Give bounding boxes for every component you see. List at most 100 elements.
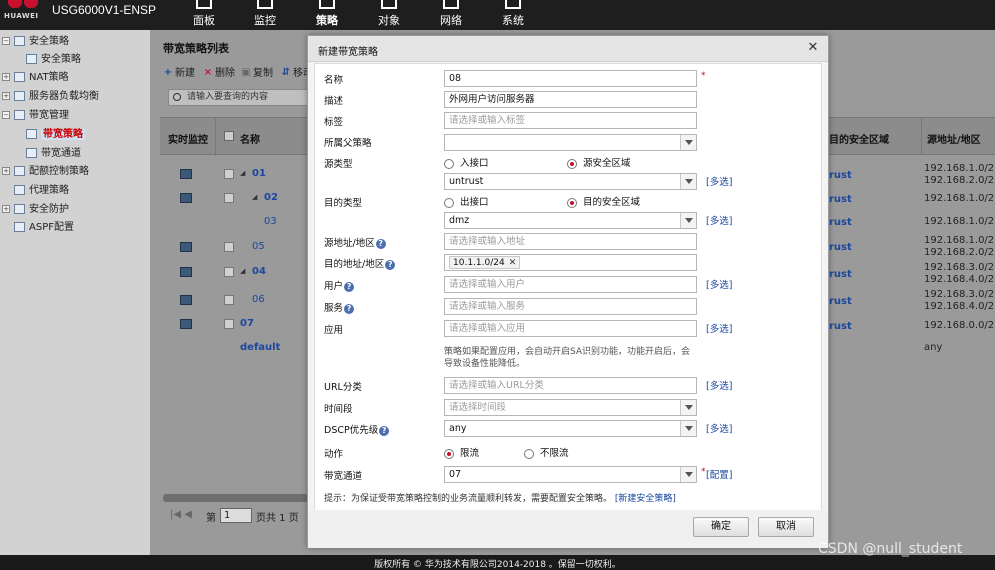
service-input[interactable]: 请选择或输入服务 [444, 298, 697, 315]
configure-channel-link[interactable]: [配置] [706, 467, 732, 481]
nav-object[interactable]: 对象 [365, 0, 413, 30]
select-all-checkbox[interactable] [224, 131, 234, 141]
dest-address-input[interactable]: 10.1.1.0/24 ✕ [444, 254, 697, 271]
sidebar-item-bandwidth-policy[interactable]: 带宽策略 [26, 126, 85, 144]
table-row[interactable]: ◢ 01 [160, 162, 308, 186]
expand-icon[interactable]: + [2, 167, 10, 175]
sidebar-item-security-protection[interactable]: + 安全防护 [2, 201, 69, 219]
radio-icon[interactable] [524, 448, 534, 459]
remove-tag-icon[interactable]: ✕ [509, 258, 517, 268]
dscp-select[interactable]: any [444, 420, 697, 437]
nav-monitor[interactable]: 监控 [241, 0, 289, 30]
time-range-select[interactable]: 请选择时间段 [444, 399, 697, 416]
help-icon[interactable]: ? [379, 425, 390, 436]
source-zone-multiselect-link[interactable]: [多选] [706, 174, 732, 188]
help-icon[interactable]: ? [344, 281, 355, 292]
source-address-input[interactable]: 请选择或输入地址 [444, 233, 697, 250]
sidebar-item-proxy-policy[interactable]: 代理策略 [2, 182, 69, 200]
monitor-icon[interactable] [180, 242, 192, 252]
user-multiselect-link[interactable]: [多选] [706, 277, 732, 291]
collapse-arrow-icon[interactable]: ◢ [240, 267, 245, 275]
sidebar-item-security-policy[interactable]: 安全策略 [26, 51, 81, 69]
table-row[interactable]: 03 [160, 210, 308, 234]
application-input[interactable]: 请选择或输入应用 [444, 320, 697, 337]
page-number-input[interactable]: 1 [220, 508, 252, 523]
help-icon[interactable]: ? [344, 303, 355, 314]
dest-zone-multiselect-link[interactable]: [多选] [706, 213, 732, 227]
nav-network[interactable]: 网络 [427, 0, 475, 30]
radio-selected-icon[interactable] [567, 197, 577, 208]
monitor-icon[interactable] [180, 193, 192, 203]
new-security-policy-link[interactable]: [新建安全策略] [615, 494, 676, 504]
monitor-icon[interactable] [180, 295, 192, 305]
chevron-down-icon[interactable] [680, 213, 696, 228]
chevron-down-icon[interactable] [680, 421, 696, 436]
table-row[interactable]: 07 [160, 312, 308, 336]
tag-input[interactable]: 请选择或输入标签 [444, 112, 697, 129]
nav-dashboard[interactable]: 面板 [180, 0, 228, 30]
first-page-icon[interactable]: |◀ ◀ [170, 509, 192, 520]
user-input[interactable]: 请选择或输入用户 [444, 276, 697, 293]
radio-selected-icon[interactable] [567, 158, 577, 169]
monitor-icon[interactable] [180, 169, 192, 179]
url-category-input[interactable]: 请选择或输入URL分类 [444, 377, 697, 394]
chevron-down-icon[interactable] [680, 467, 696, 482]
dscp-multiselect-link[interactable]: [多选] [706, 421, 732, 435]
source-type-interface-radio[interactable]: 入接口 [444, 155, 489, 169]
action-limit-radio[interactable]: 限流 [444, 445, 479, 459]
collapse-icon[interactable]: − [2, 37, 10, 45]
description-input[interactable]: 外网用户访问服务器 [444, 91, 697, 108]
sidebar-item-slb[interactable]: + 服务器负载均衡 [2, 88, 99, 106]
help-icon[interactable]: ? [375, 238, 386, 249]
collapse-icon[interactable]: − [2, 111, 10, 119]
sidebar-item-quota-policy[interactable]: + 配额控制策略 [2, 163, 89, 181]
row-checkbox[interactable] [224, 319, 234, 329]
bandwidth-channel-select[interactable]: 07 [444, 466, 697, 483]
dest-type-zone-radio[interactable]: 目的安全区域 [567, 194, 640, 208]
dest-zone-select[interactable]: dmz [444, 212, 697, 229]
expand-icon[interactable]: + [2, 205, 10, 213]
url-multiselect-link[interactable]: [多选] [706, 378, 732, 392]
collapse-arrow-icon[interactable]: ◢ [252, 193, 257, 201]
dest-type-interface-radio[interactable]: 出接口 [444, 194, 489, 208]
delete-button[interactable]: × 删除 [203, 66, 235, 82]
cancel-button[interactable]: 取消 [758, 517, 814, 537]
chevron-down-icon[interactable] [680, 174, 696, 189]
row-checkbox[interactable] [224, 193, 234, 203]
search-input[interactable]: 请输入要查询的内容 [168, 89, 308, 106]
row-checkbox[interactable] [224, 295, 234, 305]
table-row[interactable]: 05 [160, 235, 308, 259]
sidebar-item-bandwidth-mgmt[interactable]: − 带宽管理 [2, 107, 69, 125]
move-button[interactable]: ⇵移动 [281, 66, 307, 82]
radio-selected-icon[interactable] [444, 448, 454, 459]
sidebar-item-aspf[interactable]: ASPF配置 [2, 219, 74, 237]
source-zone-select[interactable]: untrust [444, 173, 697, 190]
close-icon[interactable]: ✕ [806, 41, 820, 55]
add-button[interactable]: + 新建 [163, 66, 195, 82]
table-row[interactable]: ◢ 02 [160, 186, 308, 210]
radio-icon[interactable] [444, 197, 454, 208]
expand-icon[interactable]: + [2, 92, 10, 100]
chevron-down-icon[interactable] [680, 135, 696, 150]
nav-system[interactable]: 系统 [489, 0, 537, 30]
parent-policy-select[interactable] [444, 134, 697, 151]
radio-icon[interactable] [444, 158, 454, 169]
table-row[interactable]: 06 [160, 288, 308, 312]
horizontal-scrollbar[interactable] [163, 494, 308, 502]
row-checkbox[interactable] [224, 267, 234, 277]
sidebar-item-nat-policy[interactable]: + NAT策略 [2, 69, 69, 87]
nav-policy[interactable]: 策略 [303, 0, 351, 30]
name-input[interactable]: 08 [444, 70, 697, 87]
copy-button[interactable]: ▣ 复制 [241, 66, 273, 82]
action-no-limit-radio[interactable]: 不限流 [524, 445, 569, 459]
chevron-down-icon[interactable] [680, 400, 696, 415]
ok-button[interactable]: 确定 [693, 517, 749, 537]
application-multiselect-link[interactable]: [多选] [706, 321, 732, 335]
monitor-icon[interactable] [180, 267, 192, 277]
expand-icon[interactable]: + [2, 73, 10, 81]
collapse-arrow-icon[interactable]: ◢ [240, 169, 245, 177]
row-checkbox[interactable] [224, 169, 234, 179]
row-checkbox[interactable] [224, 242, 234, 252]
source-type-zone-radio[interactable]: 源安全区域 [567, 155, 631, 169]
sidebar-item-security-policy-group[interactable]: − 安全策略 [2, 33, 69, 51]
